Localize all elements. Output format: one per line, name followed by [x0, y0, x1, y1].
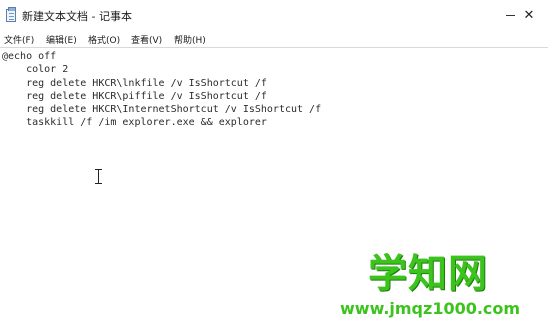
menu-file[interactable]: 文件(F): [4, 33, 34, 46]
menu-bar: 文件(F) 编辑(E) 格式(O) 查看(V) 帮助(H): [0, 31, 548, 47]
menu-view[interactable]: 查看(V): [131, 33, 162, 46]
watermark-url: www.jmqz1000.com: [340, 299, 521, 318]
window-title: 新建文本文档 - 记事本: [22, 10, 132, 23]
menu-format[interactable]: 格式(O): [88, 33, 120, 46]
editor-text[interactable]: @echo off color 2 reg delete HKCR\lnkfil…: [2, 50, 321, 130]
watermark-logo: 学知网: [368, 252, 489, 297]
text-editor[interactable]: @echo off color 2 reg delete HKCR\lnkfil…: [0, 47, 548, 318]
close-icon: ✕: [523, 8, 535, 23]
close-button[interactable]: ✕: [510, 0, 548, 31]
notepad-icon: [6, 7, 16, 22]
menu-help[interactable]: 帮助(H): [174, 33, 206, 46]
menu-edit[interactable]: 编辑(E): [46, 33, 77, 46]
text-ibeam-cursor-icon: [95, 169, 102, 184]
title-bar: 新建文本文档 - 记事本 ✕: [0, 0, 548, 31]
